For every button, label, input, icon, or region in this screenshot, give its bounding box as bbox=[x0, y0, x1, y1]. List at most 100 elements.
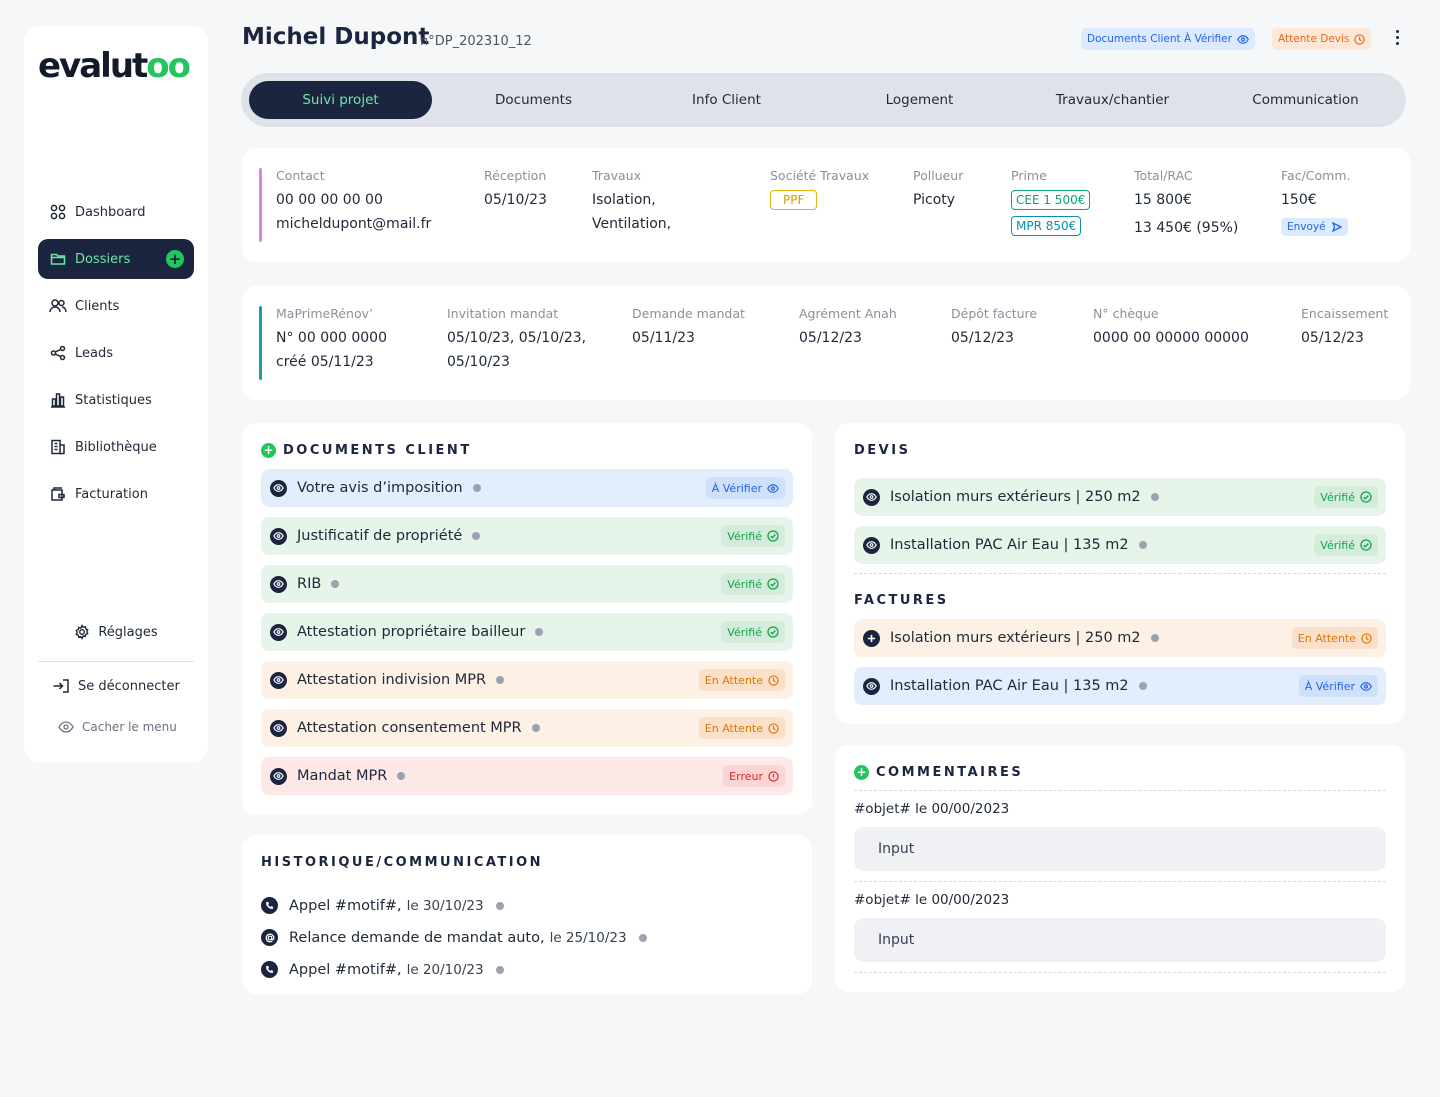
folder-icon bbox=[49, 250, 67, 268]
history-label: Relance demande de mandat auto, bbox=[289, 929, 545, 946]
list-item[interactable]: Justificatif de propriété Vérifié bbox=[261, 517, 793, 555]
status-label: En Attente bbox=[1297, 631, 1356, 645]
info-icon[interactable] bbox=[1138, 541, 1147, 549]
list-item[interactable]: Votre avis d’imposition À Vérifier bbox=[261, 469, 793, 507]
history-item[interactable]: Appel #motif#, le 30/10/23 bbox=[261, 897, 504, 914]
hide-menu-button[interactable]: Cacher le menu bbox=[58, 720, 177, 734]
demande-mandat-field: Demande mandat 05/11/23 bbox=[632, 306, 745, 350]
info-icon[interactable] bbox=[531, 724, 540, 732]
tab-suivi-projet[interactable]: Suivi projet bbox=[249, 81, 432, 119]
view-icon[interactable] bbox=[270, 671, 287, 689]
sidebar-item-dossiers[interactable]: Dossiers + bbox=[38, 239, 194, 279]
page-title: Michel Dupont bbox=[242, 24, 430, 50]
info-icon[interactable] bbox=[1138, 682, 1147, 690]
check-circle-icon bbox=[1360, 491, 1372, 503]
eye-icon bbox=[58, 721, 74, 733]
settings-link[interactable]: Réglages bbox=[24, 624, 208, 640]
field-label: Pollueur bbox=[913, 168, 964, 183]
status-label: Vérifié bbox=[727, 529, 762, 543]
list-item[interactable]: Installation PAC Air Eau | 135 m2 Vérifié bbox=[854, 526, 1386, 564]
tab-info-client[interactable]: Info Client bbox=[635, 81, 818, 119]
info-icon[interactable] bbox=[472, 532, 481, 540]
list-item[interactable]: RIB Vérifié bbox=[261, 565, 793, 603]
sidebar-item-bibliotheque[interactable]: Bibliothèque bbox=[38, 427, 194, 467]
settings-label: Réglages bbox=[98, 624, 158, 640]
list-item[interactable]: Attestation indivision MPR En Attente bbox=[261, 661, 793, 699]
tab-documents[interactable]: Documents bbox=[442, 81, 625, 119]
item-label: Votre avis d’imposition bbox=[297, 480, 463, 496]
view-icon[interactable] bbox=[270, 719, 287, 737]
section-divider bbox=[854, 881, 1386, 882]
company-tag: PPF bbox=[770, 190, 818, 210]
devis-status-badge[interactable]: Attente Devis bbox=[1272, 28, 1372, 50]
info-icon[interactable] bbox=[1150, 634, 1159, 642]
field-value: 05/12/23 bbox=[951, 330, 1014, 346]
view-icon[interactable] bbox=[863, 536, 880, 554]
sidebar-item-facturation[interactable]: Facturation bbox=[38, 474, 194, 514]
status-badge[interactable]: À Vérifier bbox=[705, 477, 785, 499]
view-icon[interactable] bbox=[270, 767, 287, 785]
info-icon[interactable] bbox=[535, 628, 544, 636]
status-badge[interactable]: Erreur bbox=[723, 765, 785, 787]
field-label: Dépôt facture bbox=[951, 306, 1038, 321]
tab-communication[interactable]: Communication bbox=[1214, 81, 1397, 119]
comment-input[interactable]: Input bbox=[854, 827, 1386, 871]
info-icon[interactable] bbox=[472, 484, 481, 492]
status-badge[interactable]: Vérifié bbox=[721, 525, 785, 547]
evalutoo-logo[interactable]: evalutoo bbox=[38, 46, 191, 86]
list-item[interactable]: Installation PAC Air Eau | 135 m2 À Vérif… bbox=[854, 667, 1386, 705]
section-title-label: DOCUMENTS CLIENT bbox=[283, 443, 472, 458]
info-icon[interactable] bbox=[1150, 493, 1159, 501]
view-icon[interactable] bbox=[270, 623, 287, 641]
view-icon[interactable] bbox=[270, 575, 287, 593]
badge-label: Documents Client À Vérifier bbox=[1087, 33, 1232, 45]
section-title: HISTORIQUE/COMMUNICATION bbox=[261, 855, 544, 870]
total-value: 15 800€ bbox=[1134, 192, 1192, 208]
info-icon[interactable] bbox=[496, 676, 505, 684]
sidebar-item-statistiques[interactable]: Statistiques bbox=[38, 380, 194, 420]
list-item[interactable]: Attestation propriétaire bailleur Vérifié bbox=[261, 613, 793, 651]
logout-button[interactable]: Se déconnecter bbox=[52, 678, 180, 694]
list-item[interactable]: Isolation murs extérieurs | 250 m2 Vérifi… bbox=[854, 478, 1386, 516]
add-document-icon[interactable]: + bbox=[261, 443, 276, 458]
maprimerenov-card: MaPrimeRénov’ N° 00 000 0000 créé 05/11/… bbox=[242, 286, 1410, 400]
info-icon[interactable] bbox=[495, 901, 504, 910]
view-icon[interactable] bbox=[863, 488, 880, 506]
tab-logement[interactable]: Logement bbox=[828, 81, 1011, 119]
status-badge[interactable]: En Attente bbox=[698, 717, 785, 739]
more-options-icon[interactable] bbox=[1392, 30, 1402, 48]
status-badge[interactable]: Vérifié bbox=[1314, 486, 1378, 508]
info-icon[interactable] bbox=[495, 965, 504, 974]
status-badge[interactable]: En Attente bbox=[1291, 627, 1378, 649]
view-icon[interactable] bbox=[270, 479, 287, 497]
list-item[interactable]: Mandat MPR Erreur bbox=[261, 757, 793, 795]
status-badge[interactable]: En Attente bbox=[698, 669, 785, 691]
info-icon[interactable] bbox=[397, 772, 406, 780]
status-badge[interactable]: Vérifié bbox=[721, 621, 785, 643]
add-icon[interactable] bbox=[863, 629, 880, 647]
sidebar-item-leads[interactable]: Leads bbox=[38, 333, 194, 373]
status-badge[interactable]: Vérifié bbox=[1314, 534, 1378, 556]
contact-email[interactable]: micheldupont@mail.fr bbox=[276, 212, 431, 236]
invoice-sent-badge[interactable]: Envoyé bbox=[1281, 218, 1348, 236]
add-dossier-icon[interactable]: + bbox=[166, 250, 184, 268]
status-label: À Vérifier bbox=[711, 481, 762, 495]
status-badge[interactable]: Vérifié bbox=[721, 573, 785, 595]
history-item[interactable]: Appel #motif#, le 20/10/23 bbox=[261, 961, 504, 978]
add-comment-icon[interactable]: + bbox=[854, 765, 869, 780]
view-icon[interactable] bbox=[863, 677, 880, 695]
sidebar-item-dashboard[interactable]: Dashboard bbox=[38, 192, 194, 232]
list-item[interactable]: Isolation murs extérieurs | 250 m2 En Att… bbox=[854, 619, 1386, 657]
field-label: Invitation mandat bbox=[447, 306, 559, 321]
status-badge[interactable]: À Vérifier bbox=[1298, 675, 1378, 697]
info-icon[interactable] bbox=[638, 933, 647, 942]
history-item[interactable]: Relance demande de mandat auto, le 25/10/… bbox=[261, 929, 647, 946]
share-icon bbox=[49, 344, 67, 362]
view-icon[interactable] bbox=[270, 527, 287, 545]
list-item[interactable]: Attestation consentement MPR En Attente bbox=[261, 709, 793, 747]
info-icon[interactable] bbox=[331, 580, 340, 588]
tab-travaux-chantier[interactable]: Travaux/chantier bbox=[1021, 81, 1204, 119]
comment-input[interactable]: Input bbox=[854, 918, 1386, 962]
sidebar-item-clients[interactable]: Clients bbox=[38, 286, 194, 326]
documents-status-badge[interactable]: Documents Client À Vérifier bbox=[1081, 28, 1255, 50]
